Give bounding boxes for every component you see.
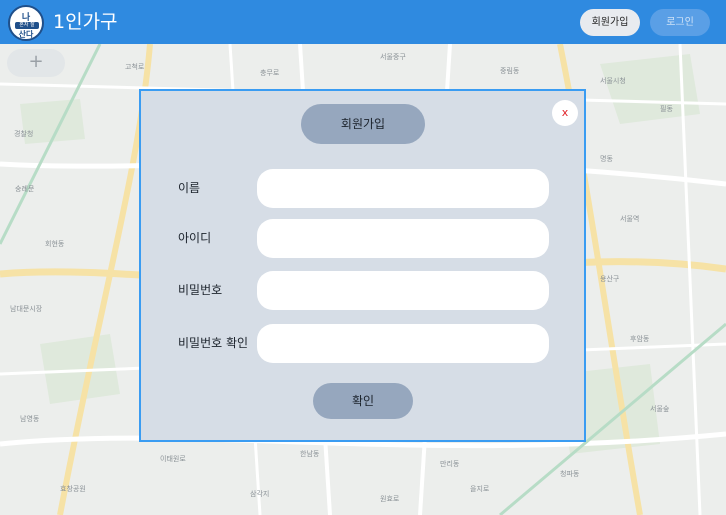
map-label: 한남동 (300, 450, 320, 458)
map-label: 서울중구 (380, 53, 406, 61)
map-label: 고척로 (125, 63, 145, 71)
login-button[interactable]: 로그인 (650, 9, 710, 36)
map-label: 필동 (660, 105, 673, 113)
app-logo[interactable]: 나 혼자 잘 산다 (8, 5, 44, 41)
confirm-button[interactable]: 확인 (313, 383, 413, 419)
map-label: 남영동 (20, 415, 40, 423)
map-label: 만리동 (440, 460, 460, 468)
map-label: 용산구 (600, 275, 620, 283)
map-label: 청파동 (560, 470, 580, 478)
username-input[interactable] (257, 219, 549, 258)
map-zoom-in-button[interactable]: + (7, 49, 65, 77)
map-label: 후암동 (630, 335, 650, 343)
signup-modal: 회원가입 x 이름 아이디 비밀번호 비밀번호 확인 확인 (139, 89, 586, 442)
map-label: 남대문시장 (10, 305, 43, 313)
map-label: 숭례문 (15, 185, 35, 193)
password-label: 비밀번호 (178, 283, 223, 297)
map-label: 서울시청 (600, 77, 626, 85)
password-input[interactable] (257, 271, 549, 310)
top-bar: 나 혼자 잘 산다 1인가구 회원가입 로그인 (0, 0, 726, 44)
map-label: 원효로 (380, 495, 400, 503)
map-label: 을지로 (470, 485, 490, 493)
logo-text-middle: 혼자 잘 (15, 22, 39, 29)
map-label: 충무로 (260, 69, 280, 77)
name-input[interactable] (257, 169, 549, 208)
signup-button[interactable]: 회원가입 (580, 9, 640, 36)
logo-text-bottom: 산다 (18, 30, 34, 39)
name-label: 이름 (178, 181, 201, 195)
map-label: 서울역 (620, 215, 640, 223)
map-label: 중림동 (500, 67, 520, 75)
map-label: 이태원로 (160, 455, 186, 463)
app-title: 1인가구 (53, 11, 118, 33)
map-label: 서울숲 (650, 405, 670, 413)
map-label: 삼각지 (250, 490, 270, 498)
close-button[interactable]: x (552, 100, 578, 126)
password-confirm-label: 비밀번호 확인 (178, 336, 249, 350)
password-confirm-input[interactable] (257, 324, 549, 363)
map-label: 효창공원 (60, 485, 86, 493)
map-label: 회현동 (45, 240, 65, 248)
map-label: 경찰청 (14, 130, 34, 138)
modal-title: 회원가입 (301, 104, 425, 144)
username-label: 아이디 (178, 231, 212, 245)
map-label: 명동 (600, 155, 613, 163)
